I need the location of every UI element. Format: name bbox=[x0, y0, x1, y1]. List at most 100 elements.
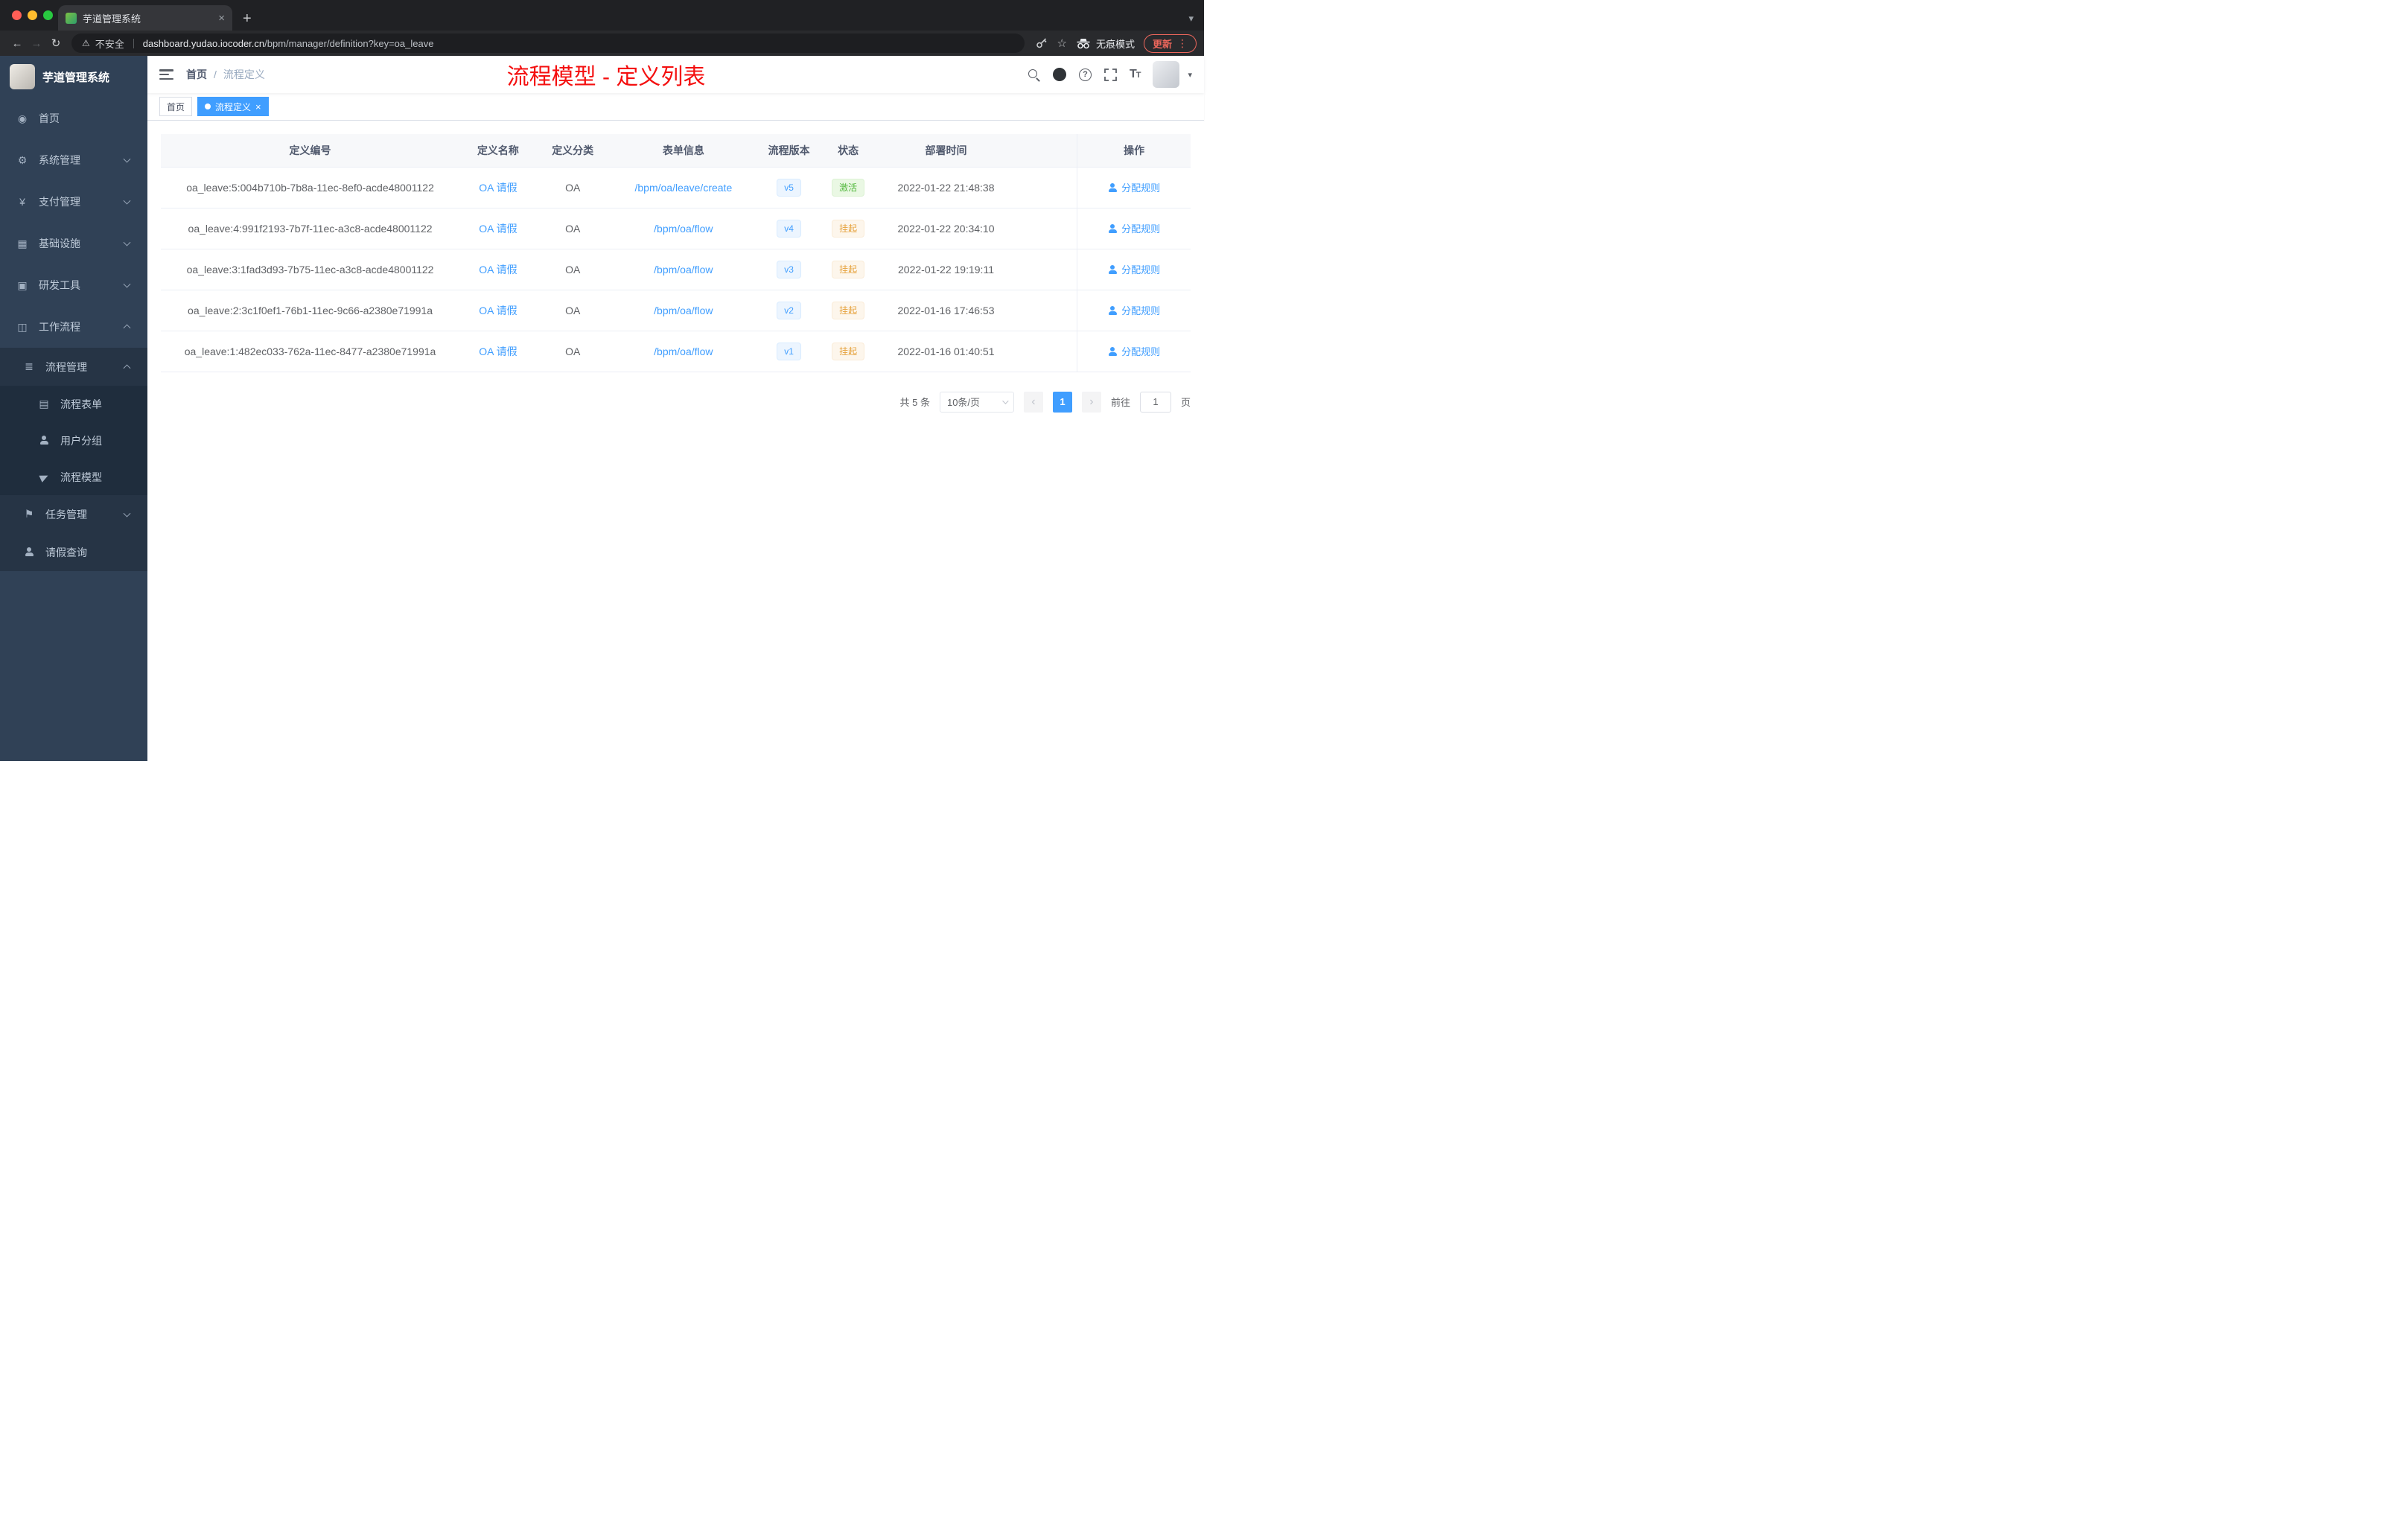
assign-rule-link[interactable]: 分配规则 bbox=[1108, 180, 1160, 194]
forward-icon[interactable]: → bbox=[27, 37, 46, 50]
sidebar-item-devtools[interactable]: ▣ 研发工具 bbox=[0, 264, 147, 306]
breadcrumb: 首页 / 流程定义 bbox=[186, 67, 265, 82]
address-bar[interactable]: ⚠ 不安全 dashboard.yudao.iocoder.cn/bpm/man… bbox=[71, 34, 1025, 53]
logo-avatar bbox=[10, 64, 35, 89]
site-favicon-icon bbox=[66, 12, 77, 24]
browser-menu-icon[interactable]: ⋮ bbox=[1177, 37, 1188, 50]
flag-icon: ⚑ bbox=[24, 508, 34, 520]
spacer-cell bbox=[1015, 167, 1077, 208]
avatar[interactable] bbox=[1153, 61, 1180, 88]
column-header-status: 状态 bbox=[820, 134, 877, 168]
definition-name-link[interactable]: OA 请假 bbox=[479, 305, 517, 316]
page-unit-label: 页 bbox=[1180, 397, 1191, 408]
form-link[interactable]: /bpm/oa/flow bbox=[654, 223, 713, 235]
version-tag[interactable]: v2 bbox=[777, 301, 801, 319]
assign-rule-link[interactable]: 分配规则 bbox=[1108, 344, 1160, 358]
definition-name-link[interactable]: OA 请假 bbox=[479, 346, 517, 357]
pagination: 共 5 条 10条/页 ‹ 1 › 前往 页 bbox=[161, 391, 1191, 413]
sidebar-item-task-management[interactable]: ⚑ 任务管理 bbox=[0, 495, 147, 533]
help-icon[interactable]: ? bbox=[1078, 68, 1092, 81]
chevron-down-icon bbox=[123, 155, 131, 163]
deploy-time: 2022-01-22 20:34:10 bbox=[876, 208, 1016, 249]
form-link[interactable]: /bpm/oa/flow bbox=[654, 346, 713, 357]
form-link[interactable]: /bpm/oa/leave/create bbox=[634, 182, 732, 194]
deploy-time: 2022-01-16 01:40:51 bbox=[876, 331, 1016, 372]
tag-close-icon[interactable]: × bbox=[255, 102, 261, 112]
next-page-button[interactable]: › bbox=[1081, 391, 1101, 413]
chevron-down-icon bbox=[123, 280, 131, 288]
breadcrumb-home[interactable]: 首页 bbox=[186, 67, 207, 82]
user-icon bbox=[1108, 305, 1117, 315]
github-icon[interactable] bbox=[1052, 68, 1066, 81]
zoom-window-button[interactable] bbox=[43, 10, 53, 20]
reload-icon[interactable]: ↻ bbox=[46, 36, 66, 50]
search-icon[interactable] bbox=[1028, 69, 1040, 81]
tag-home[interactable]: 首页 bbox=[159, 97, 193, 116]
sidebar-item-process-management[interactable]: ≣ 流程管理 bbox=[0, 348, 147, 386]
sidebar-item-home[interactable]: ◉ 首页 bbox=[0, 98, 147, 139]
definition-category: OA bbox=[536, 167, 609, 208]
definition-name-link[interactable]: OA 请假 bbox=[479, 264, 517, 276]
tab-search-icon[interactable]: ▾ bbox=[1188, 13, 1194, 25]
version-tag[interactable]: v3 bbox=[777, 260, 801, 278]
person-icon bbox=[22, 547, 36, 558]
assign-rule-link[interactable]: 分配规则 bbox=[1108, 221, 1160, 235]
version-tag[interactable]: v1 bbox=[777, 342, 801, 360]
list-icon: ≣ bbox=[25, 360, 34, 372]
tab-close-icon[interactable]: × bbox=[218, 12, 225, 25]
yen-icon: ¥ bbox=[19, 196, 25, 208]
main-content: 定义编号 定义名称 定义分类 表单信息 流程版本 状态 部署时间 操作 oa_l… bbox=[147, 121, 1204, 761]
definition-name-link[interactable]: OA 请假 bbox=[479, 223, 517, 235]
bookmark-star-icon[interactable]: ☆ bbox=[1057, 36, 1067, 50]
sidebar-item-infrastructure[interactable]: ▦ 基础设施 bbox=[0, 223, 147, 264]
user-icon bbox=[1108, 182, 1117, 192]
status-tag: 激活 bbox=[832, 178, 865, 197]
table-header-row: 定义编号 定义名称 定义分类 表单信息 流程版本 状态 部署时间 操作 bbox=[161, 134, 1191, 168]
form-link[interactable]: /bpm/oa/flow bbox=[654, 305, 713, 316]
prev-page-button[interactable]: ‹ bbox=[1023, 391, 1043, 413]
user-group-icon bbox=[37, 435, 51, 447]
deploy-time: 2022-01-22 21:48:38 bbox=[876, 167, 1016, 208]
sidebar-item-leave-query[interactable]: 请假查询 bbox=[0, 533, 147, 571]
browser-update-button[interactable]: 更新 ⋮ bbox=[1143, 34, 1197, 53]
version-tag[interactable]: v4 bbox=[777, 219, 801, 238]
sidebar-item-process-form[interactable]: ▤ 流程表单 bbox=[0, 386, 147, 422]
sidebar-item-workflow[interactable]: ◫ 工作流程 bbox=[0, 306, 147, 348]
current-page-button[interactable]: 1 bbox=[1052, 391, 1072, 413]
assign-rule-link[interactable]: 分配规则 bbox=[1108, 262, 1160, 276]
workflow-icon: ◫ bbox=[17, 320, 28, 333]
form-link[interactable]: /bpm/oa/flow bbox=[654, 264, 713, 276]
gear-icon: ⚙ bbox=[17, 153, 28, 166]
definition-name-link[interactable]: OA 请假 bbox=[479, 182, 517, 194]
definition-category: OA bbox=[536, 208, 609, 249]
page-size-select[interactable]: 10条/页 bbox=[939, 391, 1014, 413]
avatar-caret-icon[interactable]: ▾ bbox=[1188, 70, 1192, 80]
column-header-deploy-time: 部署时间 bbox=[876, 134, 1016, 168]
sidebar-item-payment[interactable]: ¥ 支付管理 bbox=[0, 181, 147, 223]
sidebar: 芋道管理系统 ◉ 首页 ⚙ 系统管理 ¥ 支付管理 ▦ 基础设施 ▣ 研发工具 … bbox=[0, 56, 147, 761]
tag-process-definition[interactable]: 流程定义 × bbox=[197, 97, 269, 116]
back-icon[interactable]: ← bbox=[7, 37, 27, 50]
minimize-window-button[interactable] bbox=[28, 10, 37, 20]
new-tab-button[interactable]: + bbox=[243, 11, 252, 26]
hamburger-icon[interactable] bbox=[159, 69, 173, 80]
goto-page-input[interactable] bbox=[1139, 391, 1171, 413]
sidebar-item-process-model[interactable]: 流程模型 bbox=[0, 459, 147, 495]
fullscreen-icon[interactable] bbox=[1104, 68, 1117, 81]
sidebar-item-system[interactable]: ⚙ 系统管理 bbox=[0, 139, 147, 181]
browser-tab[interactable]: 芋道管理系统 × bbox=[58, 5, 232, 31]
password-key-icon[interactable] bbox=[1035, 36, 1048, 50]
active-tag-dot bbox=[205, 104, 211, 109]
chevron-up-icon bbox=[123, 324, 131, 332]
status-tag: 挂起 bbox=[832, 342, 865, 360]
assign-rule-link[interactable]: 分配规则 bbox=[1108, 303, 1160, 317]
spacer-cell bbox=[1015, 290, 1077, 331]
version-tag[interactable]: v5 bbox=[777, 178, 801, 197]
definition-id: oa_leave:3:1fad3d93-7b75-11ec-a3c8-acde4… bbox=[161, 249, 460, 290]
sidebar-item-user-group[interactable]: 用户分组 bbox=[0, 422, 147, 459]
column-header-spacer bbox=[1015, 134, 1077, 168]
close-window-button[interactable] bbox=[12, 10, 22, 20]
deploy-time: 2022-01-16 17:46:53 bbox=[876, 290, 1016, 331]
app-navbar: 首页 / 流程定义 流程模型 - 定义列表 ? TT ▾ bbox=[147, 56, 1204, 93]
font-size-icon[interactable]: TT bbox=[1130, 68, 1141, 81]
